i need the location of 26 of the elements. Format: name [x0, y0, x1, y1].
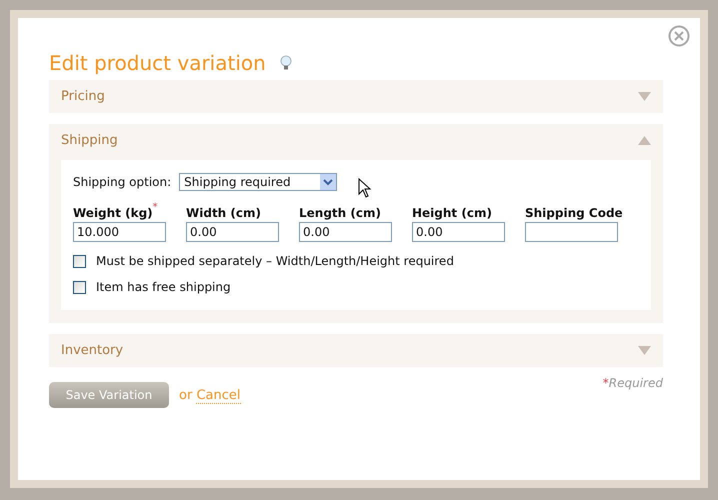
input-field[interactable]: 10.000: [73, 222, 166, 242]
collapse-arrow-icon: [638, 136, 651, 145]
field-label: Shipping Code: [525, 206, 623, 220]
checkbox-label: Item has free shipping: [96, 280, 231, 294]
input-field[interactable]: 0.00: [412, 222, 505, 242]
checkbox[interactable]: [73, 280, 86, 294]
checkbox-label: Must be shipped separately – Width/Length/Height required: [96, 254, 454, 268]
dialog-title: Edit product variation: [49, 50, 266, 74]
field-label: Width (cm): [186, 206, 261, 220]
expand-arrow-icon: [638, 346, 651, 355]
input-field[interactable]: 0.00: [299, 222, 392, 242]
section-title: Inventory: [61, 343, 124, 358]
field-label: Shipping option:: [73, 175, 172, 189]
section-title: Shipping: [61, 133, 118, 148]
cursor-icon: [358, 178, 372, 198]
field-label: Length (cm): [299, 206, 381, 220]
field-label: Height (cm): [412, 206, 492, 220]
checkbox[interactable]: [73, 254, 86, 268]
input-field[interactable]: [525, 222, 618, 242]
required-note: *Required: [602, 376, 663, 390]
input-field[interactable]: 0.00: [186, 222, 279, 242]
shipping-option-select[interactable]: Shipping required: [179, 173, 338, 191]
section-title: Pricing: [61, 89, 105, 104]
expand-arrow-icon: [638, 92, 651, 101]
cancel-text: or Cancel: [179, 388, 240, 402]
lightbulb-icon: [280, 54, 292, 70]
